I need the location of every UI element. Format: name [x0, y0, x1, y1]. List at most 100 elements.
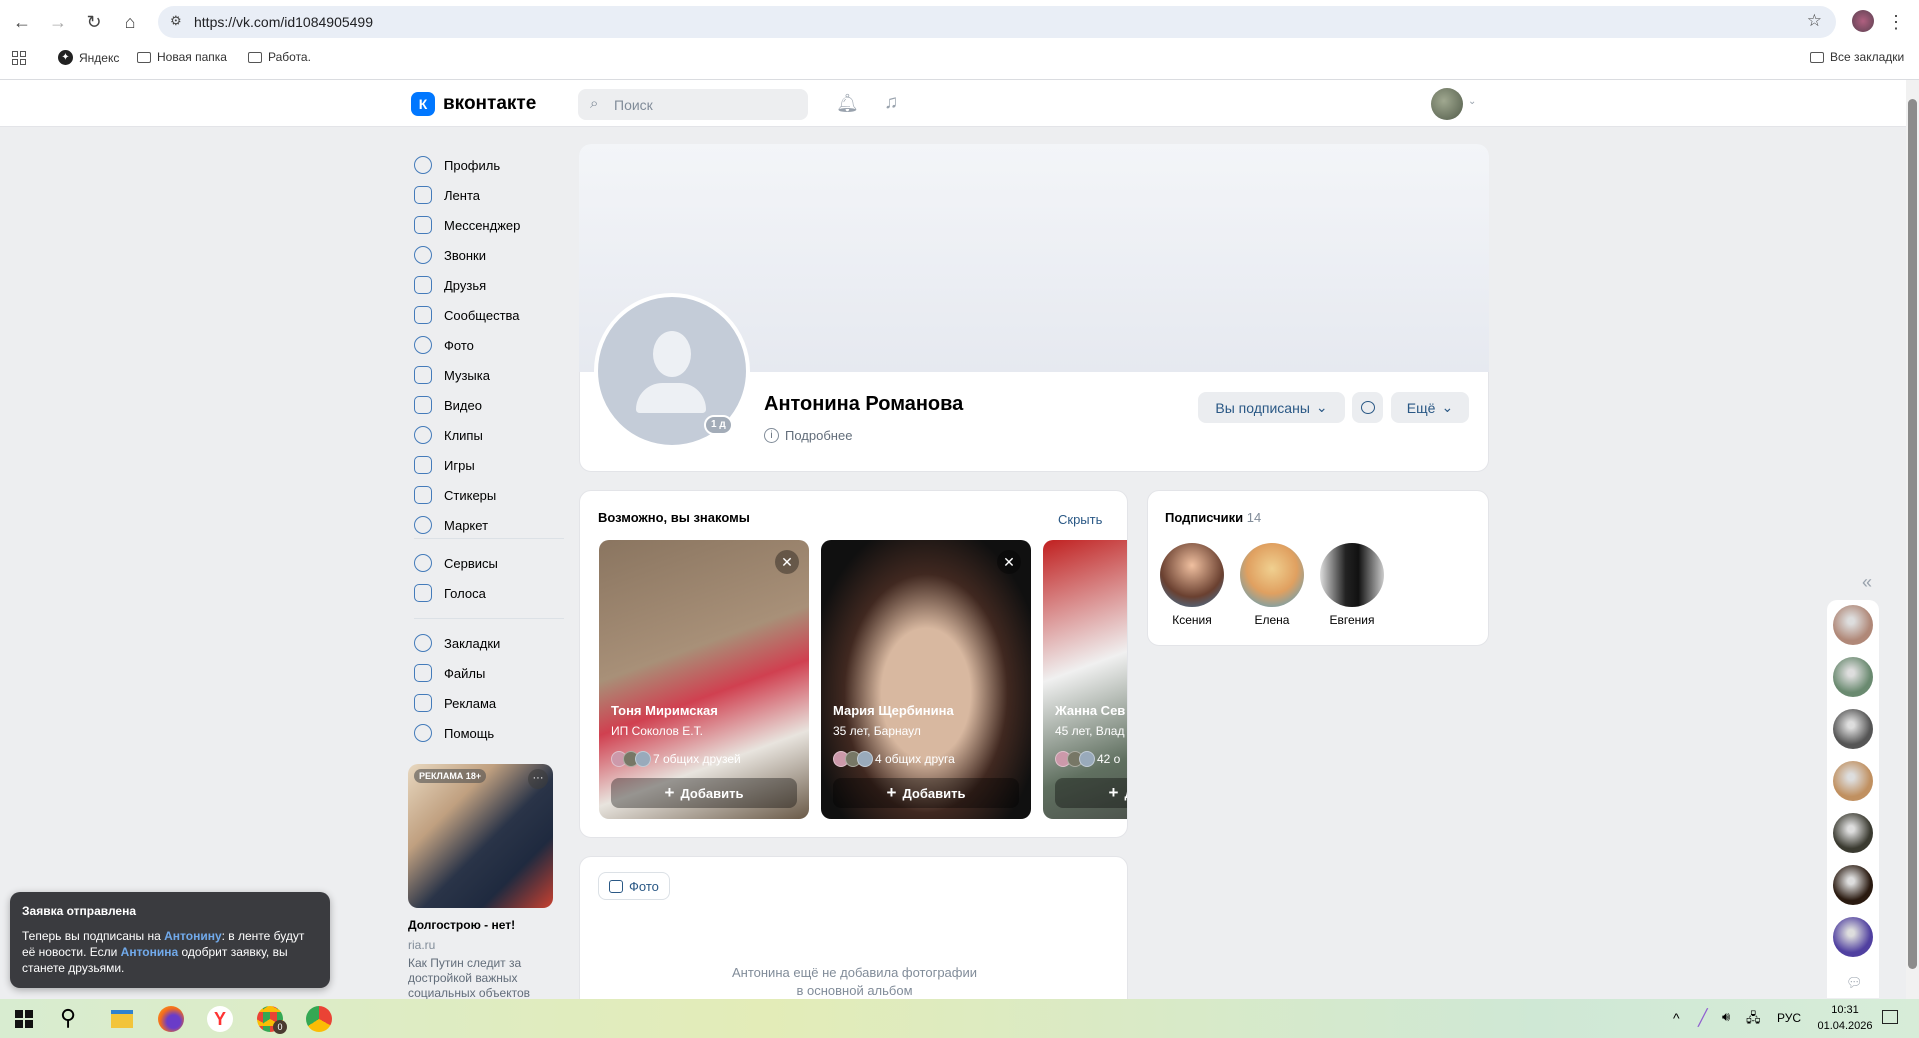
home-icon[interactable]: ⌂ — [118, 10, 142, 34]
profile-link[interactable]: Антонина — [121, 945, 179, 959]
chrome-profile-icon[interactable] — [306, 1006, 332, 1032]
url-text[interactable]: https://vk.com/id1084905499 — [194, 14, 373, 30]
sidebar-item[interactable]: Фото — [414, 334, 474, 356]
sidebar-item[interactable]: Стикеры — [414, 484, 496, 506]
clock[interactable]: 10:31 01.04.2026 — [1815, 1002, 1875, 1034]
sidebar-item[interactable]: Игры — [414, 454, 475, 476]
add-friend-button[interactable]: + Добавить — [611, 778, 797, 808]
add-friend-button[interactable]: + Добавить — [833, 778, 1019, 808]
chat-contact-avatar[interactable] — [1833, 917, 1873, 957]
sidebar-item[interactable]: Файлы — [414, 662, 485, 684]
chat-contact-avatar[interactable] — [1833, 813, 1873, 853]
firefox-icon[interactable] — [158, 1006, 184, 1032]
chat-contact-avatar[interactable] — [1833, 709, 1873, 749]
scrollbar[interactable] — [1906, 80, 1919, 999]
close-icon[interactable]: ✕ — [997, 550, 1021, 574]
close-icon[interactable]: ✕ — [775, 550, 799, 574]
language-indicator[interactable]: РУС — [1777, 1011, 1801, 1025]
search-icon[interactable]: ⚲ — [60, 1005, 76, 1031]
hide-link[interactable]: Скрыть — [1058, 512, 1102, 527]
message-button[interactable] — [1352, 392, 1383, 423]
vk-logo[interactable]: Квконтакте — [411, 92, 536, 116]
file-explorer-icon[interactable] — [111, 1010, 133, 1028]
apps-icon[interactable] — [12, 51, 26, 65]
ad-source[interactable]: ria.ru — [408, 938, 435, 952]
back-icon[interactable]: ← — [10, 10, 34, 34]
more-button[interactable]: Ещё ⌄ — [1391, 392, 1469, 423]
mutual-friends[interactable]: 7 общих друзей — [611, 751, 741, 767]
yandex-browser-icon[interactable]: Y — [207, 1006, 233, 1032]
windows-start-icon[interactable] — [15, 1010, 33, 1028]
tab-photos[interactable]: Фото — [598, 872, 670, 900]
sidebar-item[interactable]: Друзья — [414, 274, 486, 296]
chat-contact-avatar[interactable] — [1833, 865, 1873, 905]
bookmark-folder-work[interactable]: Работа. — [248, 50, 311, 64]
more-icon[interactable]: ··· — [528, 769, 548, 789]
sidebar-item[interactable]: Реклама — [414, 692, 496, 714]
address-bar[interactable]: ⚙ https://vk.com/id1084905499 ☆ — [158, 6, 1836, 38]
suggestion-card[interactable]: ✕ Мария Щербинина 35 лет, Барнаул 4 общих д… — [821, 540, 1031, 819]
reload-icon[interactable]: ↻ — [82, 10, 106, 34]
suggestion-name[interactable]: Мария Щербинина — [833, 703, 954, 718]
suggestion-card[interactable]: Жанна Сев 45 лет, Влад 42 о + Добавить — [1043, 540, 1127, 819]
ad-title[interactable]: Долгострою - нет! — [408, 918, 515, 932]
sidebar-item[interactable]: Сообщества — [414, 304, 520, 326]
followers-title[interactable]: Подписчики 14 — [1165, 510, 1261, 525]
subscribed-button[interactable]: Вы подписаны ⌄ — [1198, 392, 1345, 423]
follower-name[interactable]: Елена — [1232, 613, 1312, 627]
follower-avatar[interactable] — [1240, 543, 1304, 607]
chevron-down-icon[interactable]: ⌄ — [1468, 96, 1476, 107]
follower-avatar[interactable] — [1320, 543, 1384, 607]
chevron-up-icon[interactable]: ^ — [1673, 1010, 1680, 1026]
sidebar-item[interactable]: Помощь — [414, 722, 494, 744]
sidebar-item[interactable]: Сервисы — [414, 552, 498, 574]
suggestion-card[interactable]: ✕ Тоня Миримская ИП Соколов Е.Т. 7 общих др… — [599, 540, 809, 819]
sidebar-item[interactable]: Закладки — [414, 632, 500, 654]
notifications-icon[interactable] — [1882, 1010, 1898, 1024]
bookmark-folder-new[interactable]: Новая папка — [137, 50, 227, 64]
suggestion-name[interactable]: Жанна Сев — [1055, 703, 1125, 718]
volume-icon[interactable]: 🔊︎ — [1722, 1009, 1730, 1025]
sidebar-item[interactable]: Музыка — [414, 364, 490, 386]
sidebar-item[interactable]: Маркет — [414, 514, 488, 536]
collapse-icon[interactable]: « — [1862, 572, 1872, 593]
menu-icon[interactable]: ⋮ — [1884, 10, 1908, 34]
sidebar-item[interactable]: Голоса — [414, 582, 486, 604]
sidebar-item[interactable]: Мессенджер — [414, 214, 520, 236]
suggestion-name[interactable]: Тоня Миримская — [611, 703, 718, 718]
chat-icon[interactable]: 💬︎ — [1846, 975, 1863, 991]
sidebar-item[interactable]: Звонки — [414, 244, 486, 266]
follower-avatar[interactable] — [1160, 543, 1224, 607]
ad-text[interactable]: Как Путин следит за достройкой важных со… — [408, 956, 538, 999]
mutual-friends[interactable]: 4 общих друга — [833, 751, 955, 767]
site-settings-icon[interactable]: ⚙ — [170, 13, 182, 29]
sidebar-item[interactable]: Видео — [414, 394, 482, 416]
sidebar-item[interactable]: Лента — [414, 184, 480, 206]
chat-contact-avatar[interactable] — [1833, 605, 1873, 645]
chrome-icon[interactable]: 0 — [257, 1006, 287, 1034]
profile-avatar[interactable]: 1 д — [594, 293, 750, 449]
sidebar-item[interactable]: Клипы — [414, 424, 483, 446]
follower-name[interactable]: Евгения — [1312, 613, 1392, 627]
pen-icon[interactable]: ╱ — [1698, 1008, 1708, 1028]
profile-link[interactable]: Антонину — [164, 929, 222, 943]
scrollbar-thumb[interactable] — [1908, 99, 1917, 969]
chat-contact-avatar[interactable] — [1833, 761, 1873, 801]
bell-icon[interactable]: 🔔︎ — [836, 93, 859, 114]
add-friend-button[interactable]: + Добавить — [1055, 778, 1127, 808]
user-avatar[interactable] — [1431, 88, 1463, 120]
sidebar-item[interactable]: Профиль — [414, 154, 500, 176]
ad-image[interactable]: РЕКЛАМА 18+ ··· — [408, 764, 553, 908]
details-link[interactable]: i Подробнее — [764, 428, 852, 443]
chat-contact-avatar[interactable] — [1833, 657, 1873, 697]
bookmark-yandex[interactable]: ✦ Яндекс — [58, 50, 119, 65]
search-input[interactable]: ⌕ Поиск — [578, 89, 808, 120]
network-icon[interactable]: 🖧 — [1746, 1009, 1761, 1031]
star-icon[interactable]: ☆ — [1807, 11, 1822, 31]
follower-name[interactable]: Ксения — [1152, 613, 1232, 627]
mutual-friends[interactable]: 42 о — [1055, 751, 1120, 767]
music-icon[interactable]: ♫ — [884, 92, 898, 114]
profile-avatar[interactable] — [1852, 10, 1874, 32]
all-bookmarks[interactable]: Все закладки — [1810, 50, 1904, 64]
forward-icon[interactable]: → — [46, 10, 70, 34]
